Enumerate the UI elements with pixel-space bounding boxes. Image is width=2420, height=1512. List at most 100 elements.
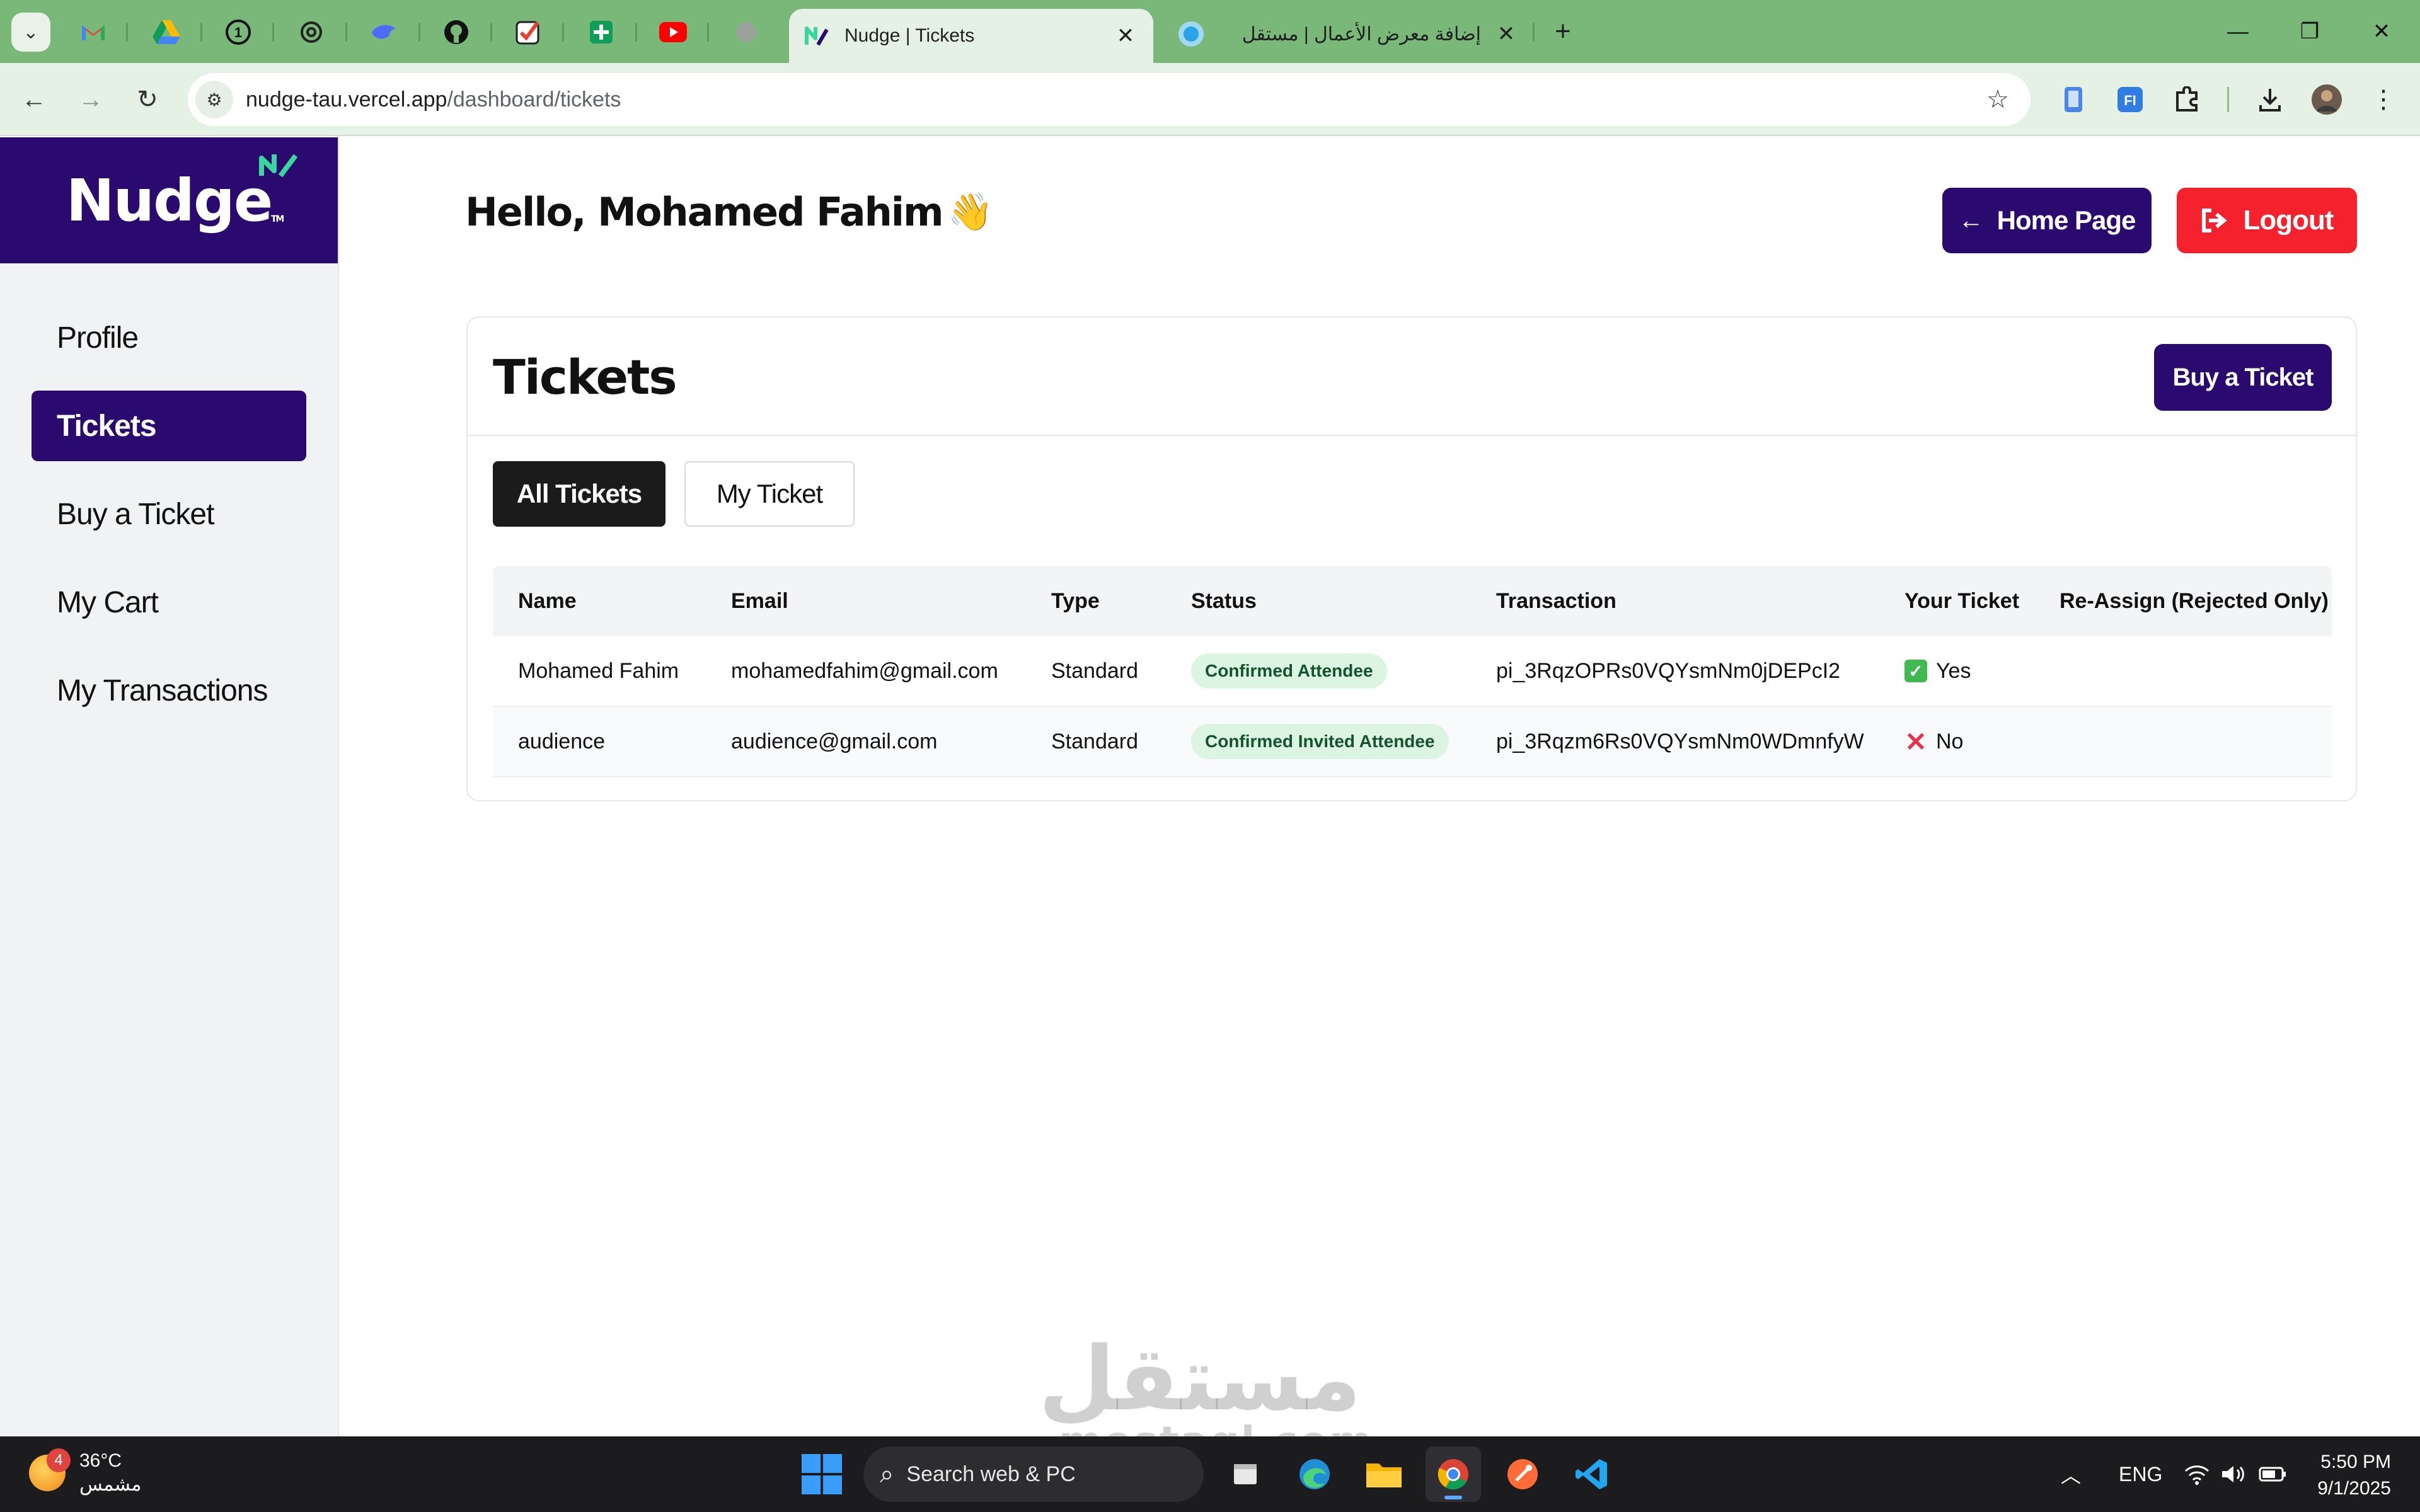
logout-button[interactable]: Logout (2177, 188, 2357, 253)
pinned-tab-deepseek[interactable] (367, 15, 402, 49)
pinned-tab-youtube[interactable] (655, 15, 691, 49)
whatsapp-icon: 1 (226, 20, 251, 45)
table-row[interactable]: Mohamed Fahim mohamedfahim@gmail.com Sta… (493, 636, 2332, 707)
new-tab-button[interactable]: + (1544, 13, 1582, 50)
tab-mostaql[interactable]: إضافة معرض الأعمال | مستقل ✕ (1166, 9, 1531, 59)
taskbar-edge-app[interactable] (1287, 1446, 1342, 1502)
language-indicator[interactable]: ENG (2119, 1436, 2162, 1512)
system-clock[interactable]: 5:50 PM 9/1/2025 (2317, 1449, 2391, 1502)
folder-icon (1366, 1463, 1402, 1487)
reload-button[interactable]: ↻ (127, 79, 168, 120)
brand-tm: TM (270, 214, 285, 224)
column-header-type[interactable]: Type (1026, 589, 1166, 614)
pinned-tab-sheets[interactable] (584, 15, 619, 49)
download-icon[interactable] (2252, 82, 2288, 117)
tab-title: إضافة معرض الأعمال | مستقل (1242, 23, 1481, 45)
volume-icon[interactable] (2221, 1436, 2246, 1512)
close-window-button[interactable]: ✕ (2347, 11, 2416, 52)
buy-a-ticket-button[interactable]: Buy a Ticket (2154, 344, 2332, 411)
mostaql-favicon-icon (1178, 21, 1204, 47)
bookmark-star-icon[interactable]: ☆ (1978, 85, 2018, 114)
table-header-row: Name Email Type Status Transaction Your … (493, 566, 2332, 636)
buy-a-ticket-label: Buy a Ticket (2172, 363, 2314, 391)
taskbar-file-app[interactable] (1218, 1446, 1273, 1502)
brand-logo[interactable]: Nudge TM (0, 137, 338, 263)
pinned-tab-chatgpt[interactable] (294, 15, 329, 49)
taskbar-chrome-app[interactable] (1426, 1446, 1481, 1502)
column-header-transaction[interactable]: Transaction (1471, 589, 1879, 614)
home-page-button[interactable]: ← Home Page (1942, 188, 2152, 253)
watermark-arabic: مستقل (1038, 1328, 1361, 1431)
taskbar-vscode-app[interactable] (1564, 1446, 1620, 1502)
logout-icon (2202, 209, 2228, 232)
tab-search-button[interactable]: ⌄ (11, 13, 50, 52)
chrome-icon (1438, 1459, 1468, 1490)
brand-wordmark: Nudge TM (66, 154, 298, 234)
sidebar-item-profile[interactable]: Profile (32, 302, 306, 373)
cell-transaction: pi_3RqzOPRs0VQYsmNm0jDEPcI2 (1496, 658, 1841, 683)
column-header-email[interactable]: Email (706, 589, 1026, 614)
taskbar-postman-app[interactable] (1495, 1446, 1550, 1502)
sidebar-item-buy-a-ticket[interactable]: Buy a Ticket (32, 479, 306, 549)
pinned-tab-grey[interactable] (729, 15, 764, 49)
pinned-tab-drive[interactable] (149, 15, 184, 49)
page-greeting: Hello, Mohamed Fahim 👋 (465, 189, 993, 235)
nudge-mark-icon (259, 154, 298, 177)
svg-text:FI: FI (2124, 93, 2136, 108)
taskbar-file-explorer-app[interactable] (1356, 1446, 1412, 1502)
column-header-reassign[interactable]: Re-Assign (Rejected Only) (2034, 589, 2332, 614)
pinned-tab-github[interactable] (439, 15, 474, 49)
pinned-tab-whatsapp[interactable]: 1 (221, 15, 256, 49)
taskbar-search-box[interactable]: ⌕ Search web & PC (863, 1446, 1204, 1502)
weather-widget[interactable]: 4 36°C مشمس (29, 1448, 142, 1497)
back-button[interactable]: ← (14, 79, 54, 120)
url-text[interactable]: nudge-tau.vercel.app/dashboard/tickets (246, 88, 1978, 112)
minimize-icon: — (2227, 19, 2249, 43)
tab-all-tickets[interactable]: All Tickets (493, 461, 666, 527)
close-tab-icon[interactable]: ✕ (1113, 23, 1138, 49)
tab-my-ticket[interactable]: My Ticket (684, 461, 855, 527)
arrow-left-icon: ← (1958, 206, 1984, 234)
site-info-icon[interactable]: ⚙ (195, 81, 233, 118)
tab-nudge-tickets[interactable]: Nudge | Tickets ✕ (789, 9, 1153, 63)
profile-avatar[interactable] (2309, 82, 2344, 117)
show-hidden-icons[interactable]: ︿ (2061, 1436, 2081, 1512)
sidebar-item-my-cart[interactable]: My Cart (32, 567, 306, 638)
check-mark-icon: ✓ (1904, 660, 1927, 682)
column-header-name[interactable]: Name (493, 589, 706, 614)
extensions-puzzle-icon[interactable] (2169, 82, 2204, 117)
extension-phone-icon[interactable] (2056, 82, 2091, 117)
google-sheets-icon (590, 21, 613, 43)
pinned-tab-gmail[interactable] (76, 15, 111, 49)
close-tab-icon[interactable]: ✕ (1494, 21, 1519, 47)
table-row[interactable]: audience audience@gmail.com Standard Con… (493, 707, 2332, 777)
waving-hand-icon: 👋 (947, 190, 993, 233)
sidebar-item-tickets[interactable]: Tickets (32, 391, 306, 461)
sidebar-item-my-transactions[interactable]: My Transactions (32, 655, 306, 726)
weather-description: مشمس (79, 1474, 142, 1495)
restore-button[interactable]: ❐ (2275, 11, 2344, 52)
pinned-tab-todoist[interactable] (510, 15, 546, 49)
youtube-icon (659, 22, 687, 42)
deepseek-icon (372, 25, 396, 39)
sidebar: Nudge TM Profile Tickets Buy a Ticket My… (0, 137, 339, 1436)
cell-email: mohamedfahim@gmail.com (731, 658, 998, 683)
cell-transaction: pi_3Rqzm6Rs0VQYsmNm0WDmnfyW (1496, 729, 1864, 753)
cell-your-ticket: ✕ No (1879, 726, 2034, 757)
more-menu-icon[interactable]: ⋮ (2366, 82, 2401, 117)
svg-text:1: 1 (234, 25, 242, 40)
wifi-icon[interactable] (2184, 1436, 2210, 1512)
windows-start-icon[interactable] (802, 1454, 842, 1494)
address-bar[interactable]: ⚙ nudge-tau.vercel.app/dashboard/tickets… (188, 73, 2031, 126)
extension-translate-icon[interactable]: FI (2112, 82, 2148, 117)
column-header-your-ticket[interactable]: Your Ticket (1879, 589, 2034, 614)
minimize-button[interactable]: — (2203, 11, 2273, 52)
column-header-status[interactable]: Status (1166, 589, 1471, 614)
postman-icon (1507, 1459, 1538, 1489)
tickets-table: Name Email Type Status Transaction Your … (493, 566, 2332, 777)
forward-button[interactable]: → (71, 79, 111, 120)
taskbar-apps: ⌕ Search web & PC (802, 1445, 1620, 1503)
cell-name: Mohamed Fahim (518, 658, 679, 683)
greeting-text: Hello, Mohamed Fahim (465, 189, 944, 235)
battery-icon[interactable] (2259, 1436, 2286, 1512)
